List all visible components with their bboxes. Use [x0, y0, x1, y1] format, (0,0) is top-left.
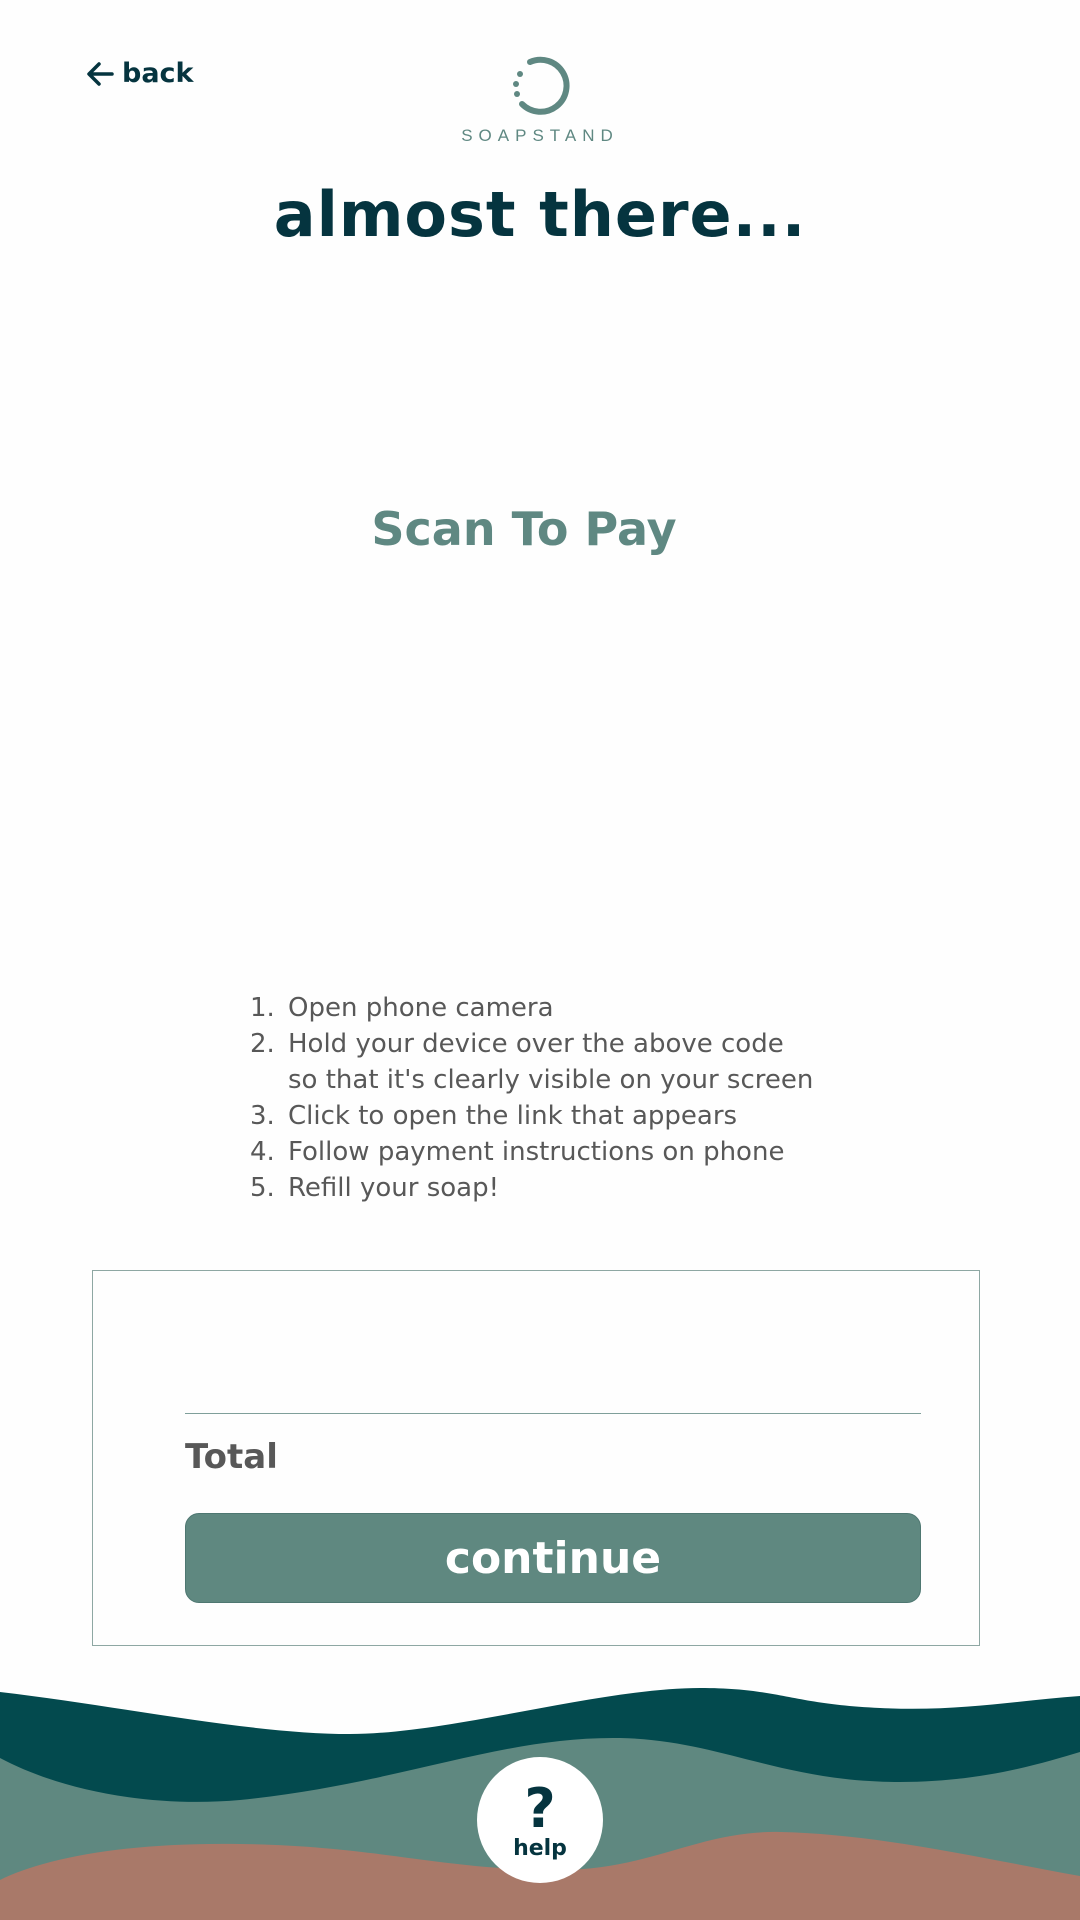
question-mark-icon: ?	[524, 1777, 556, 1840]
scan-to-pay-heading: Scan To Pay	[371, 502, 677, 556]
page-title: almost there...	[273, 178, 807, 251]
step-number: 2.	[250, 1029, 275, 1059]
step-text: Follow payment instructions on phone	[288, 1137, 785, 1167]
help-button[interactable]: ? help	[477, 1757, 603, 1883]
instruction-step: so that it's clearly visible on your scr…	[250, 1062, 813, 1098]
summary-divider	[185, 1413, 921, 1414]
step-text: Click to open the link that appears	[288, 1101, 738, 1131]
step-number: 4.	[250, 1137, 275, 1167]
step-text: Hold your device over the above code	[288, 1029, 784, 1059]
instruction-step: 1. Open phone camera	[250, 990, 813, 1026]
step-number: 5.	[250, 1173, 275, 1203]
brand-logo: SOAPSTAND	[0, 52, 1080, 146]
step-number: 3.	[250, 1101, 275, 1131]
instruction-step: 5. Refill your soap!	[250, 1170, 813, 1206]
instruction-step: 3. Click to open the link that appears	[250, 1098, 813, 1134]
help-label: help	[513, 1836, 567, 1861]
instruction-step: 4. Follow payment instructions on phone	[250, 1134, 813, 1170]
continue-button[interactable]: continue	[185, 1513, 921, 1603]
soapstand-logo-icon	[508, 52, 572, 116]
order-summary-panel: Total continue	[92, 1270, 980, 1646]
step-number: 1.	[250, 993, 275, 1023]
step-text: Open phone camera	[288, 993, 554, 1023]
step-number	[250, 1062, 288, 1098]
brand-wordmark: SOAPSTAND	[461, 126, 619, 145]
payment-instructions: 1. Open phone camera 2. Hold your device…	[250, 990, 813, 1206]
total-label: Total	[185, 1437, 278, 1477]
step-text: so that it's clearly visible on your scr…	[288, 1065, 814, 1095]
step-text: Refill your soap!	[288, 1173, 500, 1203]
instruction-step: 2. Hold your device over the above code	[250, 1026, 813, 1062]
